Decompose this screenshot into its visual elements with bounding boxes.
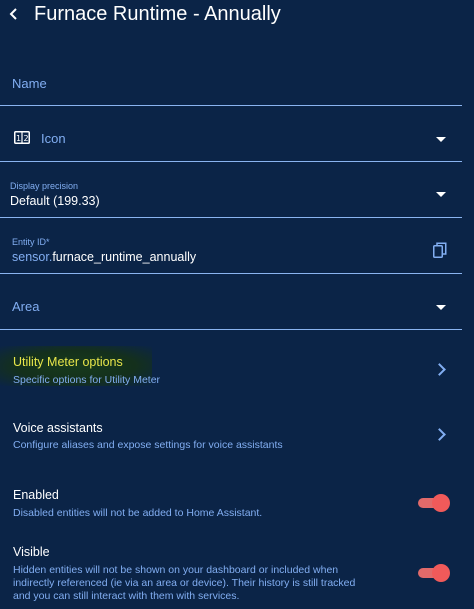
visible-description-line-2: indirectly referenced (ie via an area or… bbox=[13, 577, 356, 589]
name-field[interactable]: Name bbox=[0, 58, 462, 106]
visible-title: Visible bbox=[13, 545, 50, 559]
voice-assistants-title: Voice assistants bbox=[13, 421, 103, 435]
area-label: Area bbox=[12, 299, 40, 314]
copy-icon[interactable] bbox=[433, 242, 447, 258]
voice-assistants-row[interactable]: Voice assistants Configure aliases and e… bbox=[0, 413, 474, 457]
area-select[interactable]: Area bbox=[0, 282, 462, 330]
entity-id-value: sensor.furnace_runtime_annually bbox=[12, 250, 196, 264]
utility-meter-options-row[interactable]: Utility Meter options Specific options f… bbox=[0, 346, 474, 390]
name-field-label: Name bbox=[12, 76, 47, 91]
page-title: Furnace Runtime - Annually bbox=[34, 3, 281, 25]
dropdown-arrow-icon[interactable] bbox=[436, 137, 446, 142]
enabled-subtitle: Disabled entities will not be added to H… bbox=[13, 507, 263, 519]
svg-text:1: 1 bbox=[16, 134, 21, 143]
back-arrow-icon bbox=[9, 8, 17, 20]
numeric-icon: 1 2 bbox=[14, 131, 30, 144]
enabled-row: Enabled Disabled entities will not be ad… bbox=[0, 480, 474, 524]
chevron-right-icon bbox=[433, 363, 446, 376]
header: Furnace Runtime - Annually bbox=[0, 0, 474, 32]
toggle-thumb bbox=[432, 494, 450, 512]
icon-field[interactable]: 1 2 Icon bbox=[0, 114, 462, 162]
voice-assistants-subtitle: Configure aliases and expose settings fo… bbox=[13, 439, 283, 451]
visible-row: Visible Hidden entities will not be show… bbox=[0, 537, 474, 607]
back-button[interactable] bbox=[4, 4, 24, 24]
svg-text:2: 2 bbox=[24, 134, 29, 143]
visible-toggle[interactable] bbox=[418, 564, 450, 582]
icon-field-label: Icon bbox=[41, 131, 66, 146]
entity-id-label: Entity ID* bbox=[12, 237, 50, 247]
entity-id-prefix: sensor. bbox=[12, 250, 53, 264]
visible-description-line-3: and you can still interact with them wit… bbox=[13, 590, 240, 602]
display-precision-label: Display precision bbox=[10, 181, 79, 191]
display-precision-value: Default (199.33) bbox=[10, 194, 100, 208]
entity-id-text: furnace_runtime_annually bbox=[52, 250, 197, 264]
visible-description-line-1: Hidden entities will not be shown on you… bbox=[13, 564, 339, 576]
enabled-toggle[interactable] bbox=[418, 494, 450, 512]
display-precision-select[interactable]: Display precision Default (199.33) bbox=[0, 170, 462, 218]
chevron-right-icon bbox=[433, 428, 446, 441]
utility-meter-title: Utility Meter options bbox=[13, 355, 123, 369]
dropdown-arrow-icon[interactable] bbox=[436, 192, 446, 197]
enabled-title: Enabled bbox=[13, 488, 59, 502]
dropdown-arrow-icon[interactable] bbox=[436, 305, 446, 310]
toggle-thumb bbox=[432, 564, 450, 582]
entity-id-field[interactable]: Entity ID* sensor.furnace_runtime_annual… bbox=[0, 226, 462, 274]
utility-meter-subtitle: Specific options for Utility Meter bbox=[13, 374, 161, 386]
